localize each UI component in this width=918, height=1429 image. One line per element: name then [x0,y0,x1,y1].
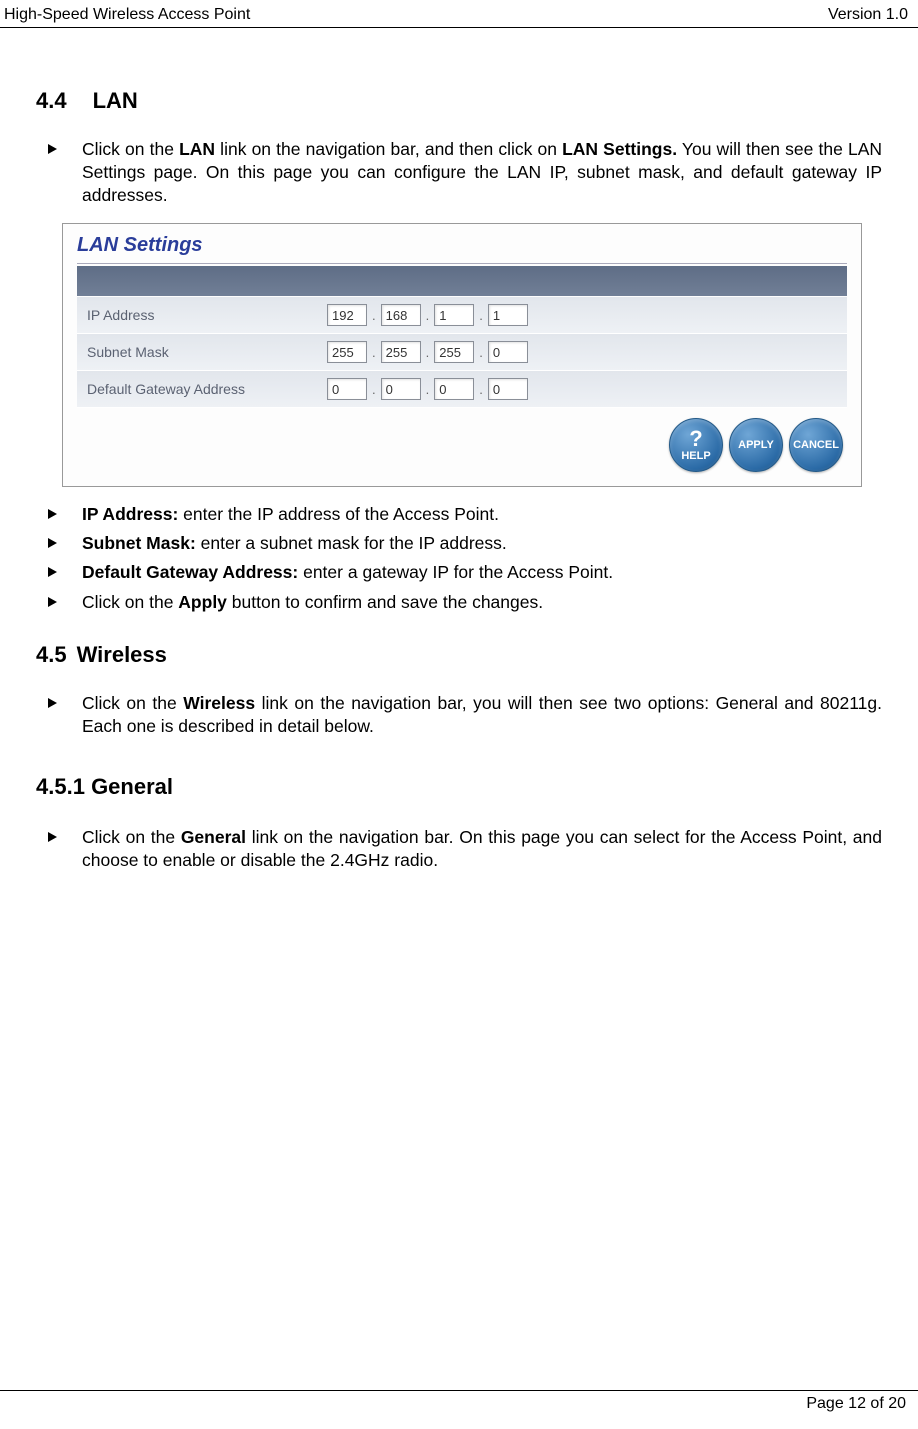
row-default-gateway: Default Gateway Address 0. 0. 0. 0 [77,371,847,408]
panel-buttons: ? HELP APPLY CANCEL [77,408,847,472]
panel-title: LAN Settings [77,234,847,264]
ip-octet-input[interactable]: 0 [488,378,528,400]
row-ip-address: IP Address 192. 168. 1. 1 [77,297,847,334]
general-intro-list: Click on the General link on the navigat… [48,826,882,872]
subnet-mask-bullet: Subnet Mask: enter a subnet mask for the… [48,532,882,555]
lan-intro-bullet: Click on the LAN link on the navigation … [48,138,882,207]
page-number: Page 12 of 20 [806,1395,906,1412]
ip-octet-input[interactable]: 0 [434,378,474,400]
section-4-5-title: 4.5 Wireless [36,642,882,668]
ip-octet-input[interactable]: 255 [327,341,367,363]
panel-subheader-bar [77,266,847,296]
section-label: LAN [93,88,138,113]
lan-detail-list: IP Address: enter the IP address of the … [48,503,882,613]
section-number: 4.4 [36,88,67,114]
ip-octet-input[interactable]: 255 [381,341,421,363]
ip-octet-input[interactable]: 0 [488,341,528,363]
help-icon: ? [689,428,702,450]
page-footer: Page 12 of 20 [0,1390,918,1413]
page-header: High-Speed Wireless Access Point Version… [0,0,918,28]
row-subnet-mask: Subnet Mask 255. 255. 255. 0 [77,334,847,371]
gateway-bullet: Default Gateway Address: enter a gateway… [48,561,882,584]
gateway-inputs: 0. 0. 0. 0 [327,378,528,400]
row-label: Subnet Mask [87,344,327,360]
subsection-label: General [91,774,173,799]
section-4-4-title: 4.4 LAN [36,88,882,114]
row-label: IP Address [87,307,327,323]
ip-octet-input[interactable]: 0 [381,378,421,400]
wireless-intro-list: Click on the Wireless link on the naviga… [48,692,882,738]
lan-intro-list: Click on the LAN link on the navigation … [48,138,882,207]
ip-octet-input[interactable]: 192 [327,304,367,326]
cancel-button[interactable]: CANCEL [789,418,843,472]
lan-settings-panel: LAN Settings IP Address 192. 168. 1. 1 S… [62,223,862,487]
section-number: 4.5 [36,642,67,668]
subsection-number: 4.5.1 [36,774,85,799]
ip-octet-input[interactable]: 1 [434,304,474,326]
ip-address-bullet: IP Address: enter the IP address of the … [48,503,882,526]
ip-octet-input[interactable]: 1 [488,304,528,326]
ip-octet-input[interactable]: 168 [381,304,421,326]
page-content: 4.4 LAN Click on the LAN link on the navi… [0,28,918,872]
wireless-intro-bullet: Click on the Wireless link on the naviga… [48,692,882,738]
general-intro-bullet: Click on the General link on the navigat… [48,826,882,872]
section-4-5-1-title: 4.5.1 General [36,774,882,800]
subnet-mask-inputs: 255. 255. 255. 0 [327,341,528,363]
apply-button[interactable]: APPLY [729,418,783,472]
header-version: Version 1.0 [828,6,908,24]
row-label: Default Gateway Address [87,381,327,397]
ip-octet-input[interactable]: 255 [434,341,474,363]
ip-octet-input[interactable]: 0 [327,378,367,400]
ip-address-inputs: 192. 168. 1. 1 [327,304,528,326]
help-button[interactable]: ? HELP [669,418,723,472]
apply-bullet: Click on the Apply button to confirm and… [48,591,882,614]
header-title: High-Speed Wireless Access Point [4,6,250,24]
section-label: Wireless [77,642,167,667]
